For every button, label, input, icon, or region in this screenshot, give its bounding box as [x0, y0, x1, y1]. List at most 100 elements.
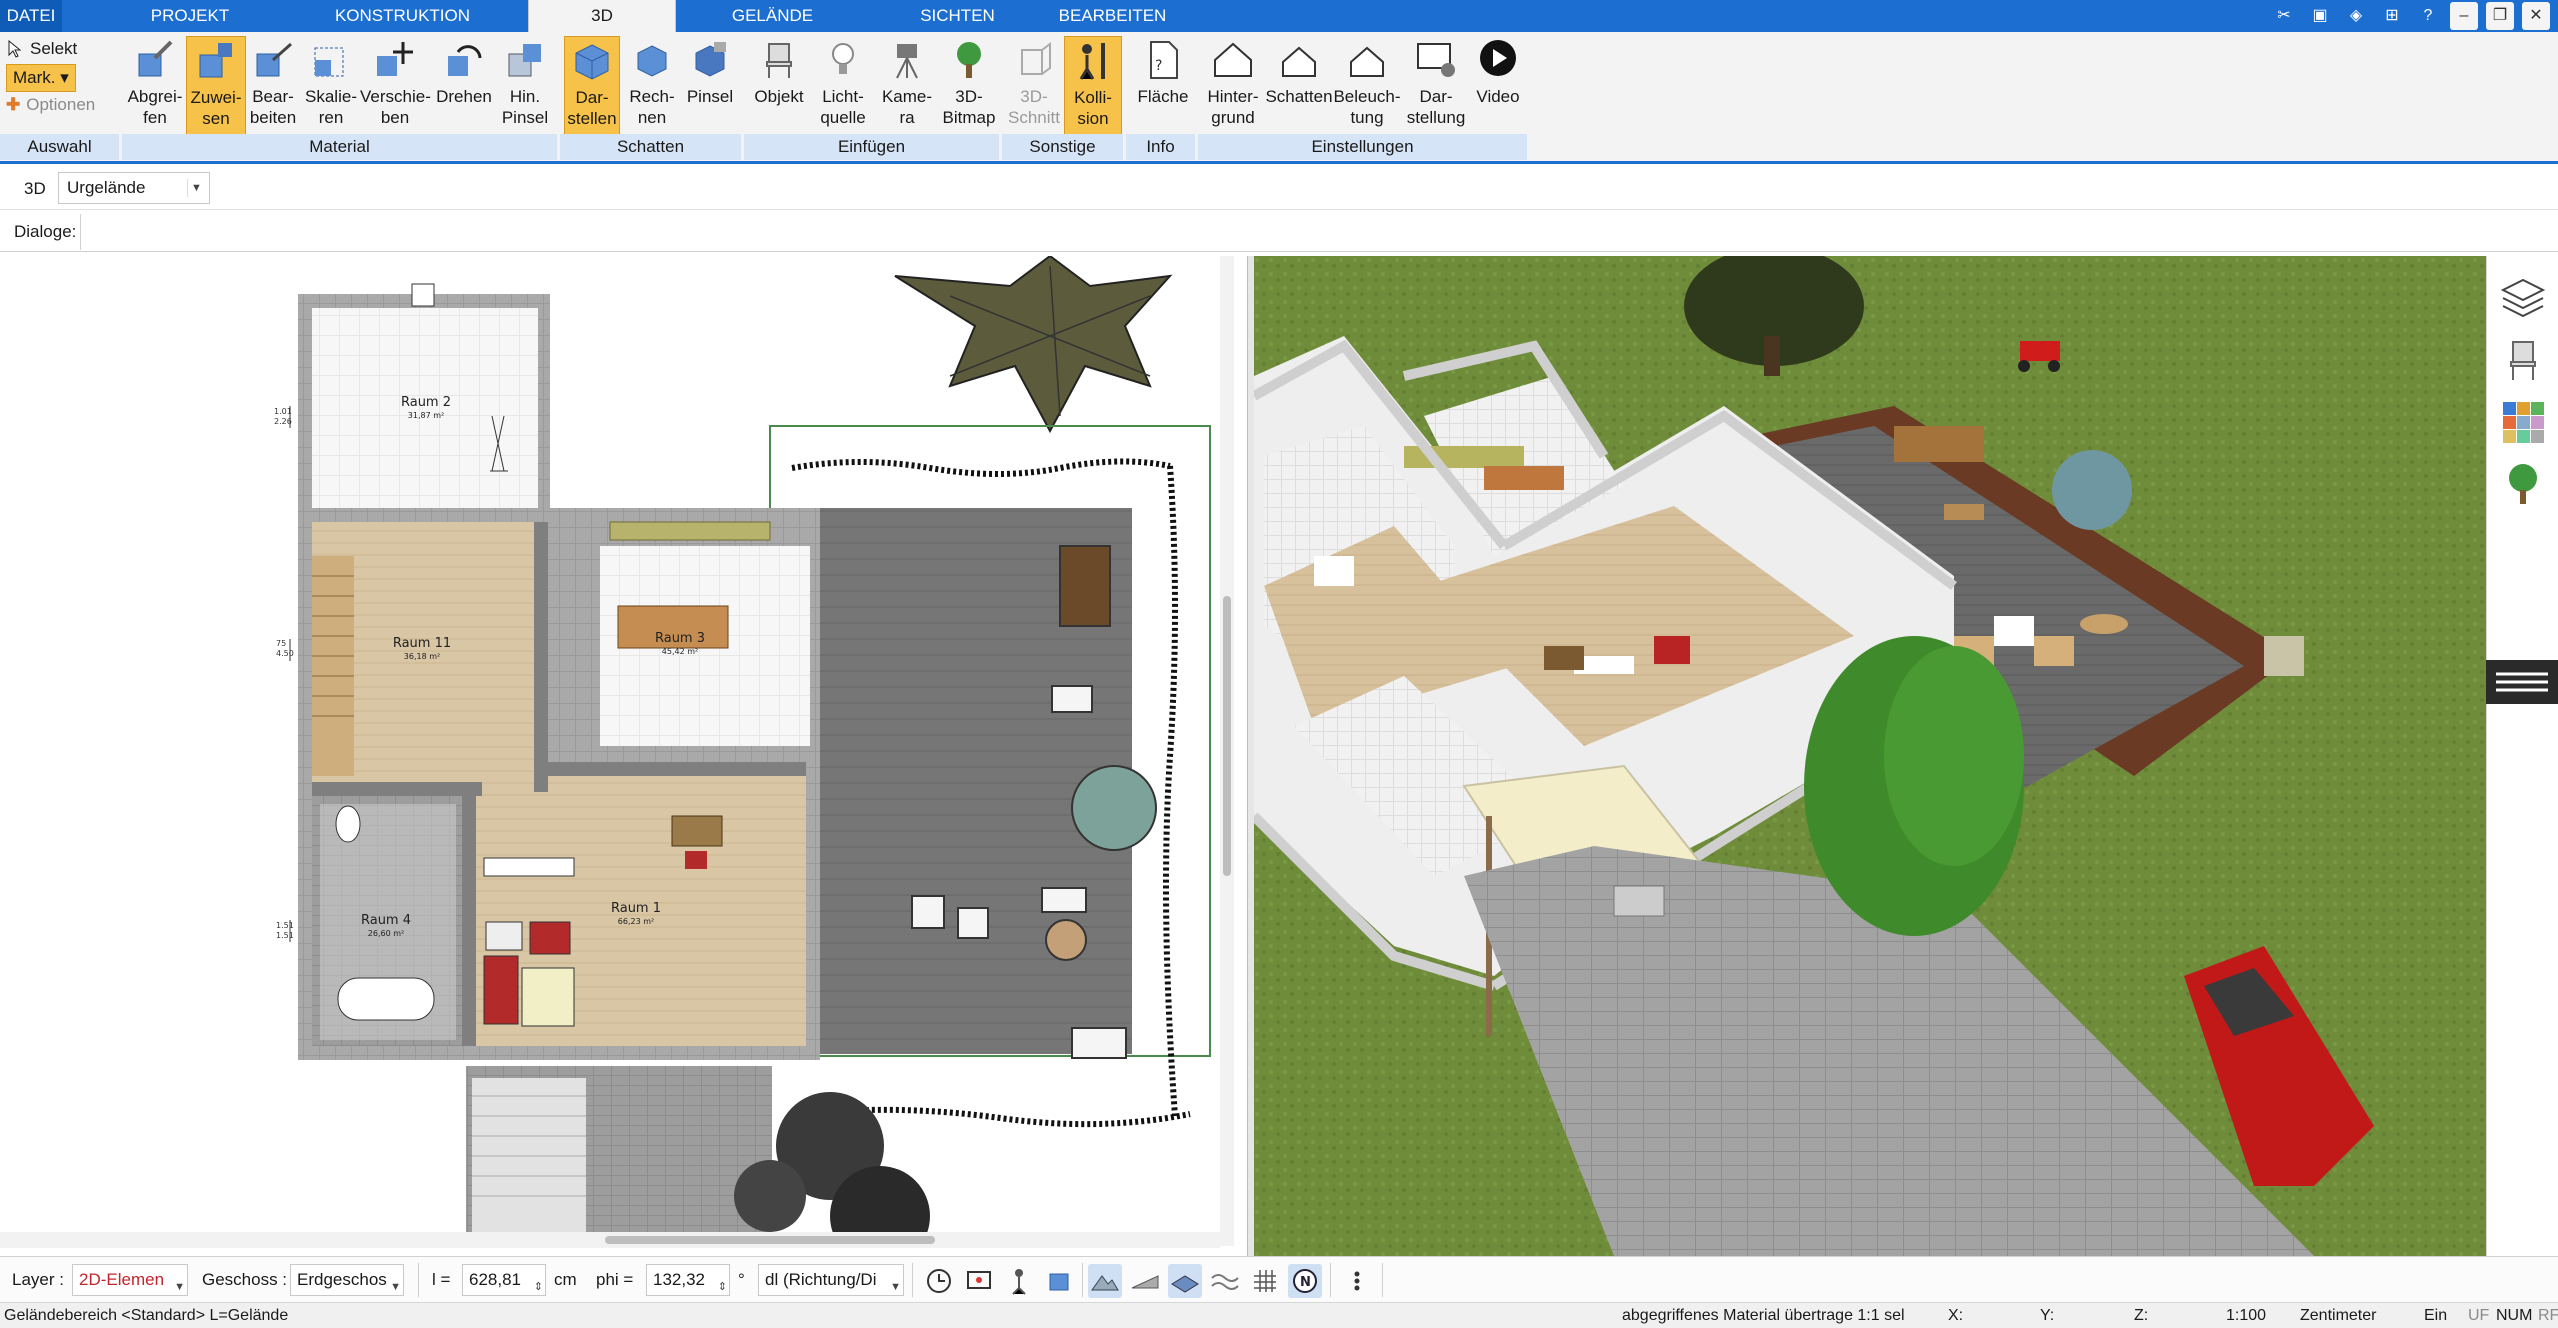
3d-scene	[1254, 256, 2486, 1256]
cart-icon[interactable]: ⊞	[2378, 2, 2406, 30]
edit-cube-icon	[256, 42, 292, 77]
panel-toggle[interactable]	[2486, 660, 2558, 704]
abgreifen-button[interactable]: Abgrei- fen	[124, 36, 186, 136]
scroll-thumb[interactable]	[605, 1236, 935, 1244]
status-area-info: Geländebereich <Standard> L=Gelände	[4, 1307, 289, 1324]
3d-bitmap-button[interactable]: 3D- Bitmap	[938, 36, 1000, 136]
selekt-label: Selekt	[30, 39, 78, 58]
ribbon: Selekt Mark. ▾ ✚ Optionen Auswahl Abgrei…	[0, 32, 2558, 164]
objekt-button[interactable]: Objekt	[748, 36, 810, 136]
status-rf: RF	[2538, 1307, 2558, 1324]
tab-3d[interactable]: 3D	[528, 0, 676, 32]
monitor-icon[interactable]	[962, 1264, 996, 1298]
kollision-button[interactable]: Kolli- sion	[1064, 36, 1122, 136]
restore-button[interactable]: ❐	[2486, 2, 2514, 30]
drehen-button[interactable]: Drehen	[432, 36, 496, 136]
package-icon[interactable]: ▣	[2306, 2, 2334, 30]
tab-gelaende[interactable]: GELÄNDE	[710, 0, 835, 32]
camera-tripod-icon	[896, 44, 918, 79]
tab-bearbeiten[interactable]: BEARBEITEN	[1050, 0, 1175, 32]
tab-projekt[interactable]: PROJEKT	[130, 0, 250, 32]
more-options-icon[interactable]	[1340, 1264, 1374, 1298]
minimize-button[interactable]: –	[2450, 2, 2478, 30]
video-button[interactable]: Video	[1470, 36, 1526, 136]
beleuchtung-button[interactable]: Beleuch- tung	[1332, 36, 1402, 136]
bearbeiten-button[interactable]: Bear- beiten	[246, 36, 300, 136]
layers-icon[interactable]	[2499, 274, 2547, 322]
mark-button[interactable]: Mark. ▾	[6, 64, 76, 92]
tab-datei[interactable]: DATEI	[0, 0, 62, 32]
stepper-icon[interactable]: ⇕	[718, 1272, 727, 1302]
chair-catalog-icon[interactable]	[2499, 336, 2547, 384]
play-icon	[1480, 40, 1516, 76]
hintergrund-button[interactable]: Hinter- grund	[1200, 36, 1266, 136]
kamera-button[interactable]: Kame- ra	[876, 36, 938, 136]
selekt-button[interactable]: Selekt	[6, 36, 77, 62]
hin-pinsel-button[interactable]: Hin. Pinsel	[498, 36, 552, 136]
group-schatten: Schatten	[560, 134, 742, 160]
phi-unit: °	[738, 1270, 745, 1289]
clock-icon[interactable]	[922, 1264, 956, 1298]
cube-icon[interactable]: ◈	[2342, 2, 2370, 30]
status-message: abgegriffenes Material übertrage 1:1 sel	[1622, 1307, 1905, 1324]
plan-horizontal-scrollbar[interactable]	[0, 1232, 1220, 1248]
section-cube-icon	[1021, 42, 1051, 75]
divider	[1382, 1263, 1383, 1297]
plane-icon[interactable]	[1168, 1264, 1202, 1298]
skalieren-button[interactable]: Skalie- ren	[302, 36, 360, 136]
terrain-select[interactable]: Urgelände ▼	[58, 172, 210, 204]
walk-icon[interactable]	[1002, 1264, 1036, 1298]
tab-konstruktion[interactable]: KONSTRUKTION	[320, 0, 485, 32]
tab-sichten[interactable]: SICHTEN	[900, 0, 1015, 32]
layer-select[interactable]: 2D-Elemen ▼	[72, 1264, 188, 1296]
flaeche-button[interactable]: ? Fläche	[1132, 36, 1194, 136]
light-bulb-icon	[832, 43, 854, 74]
scroll-thumb[interactable]	[1223, 596, 1231, 876]
slope-icon[interactable]	[1128, 1264, 1162, 1298]
room-area-raum11: 36,18 m²	[404, 652, 440, 661]
house-shadow-icon	[1282, 46, 1316, 77]
north-icon[interactable]: N	[1288, 1264, 1322, 1298]
help-icon[interactable]: ?	[2414, 2, 2442, 30]
close-button[interactable]: ✕	[2522, 2, 2550, 30]
room-area-raum1: 66,23 m²	[618, 917, 654, 926]
schatten-pinsel-button[interactable]: Pinsel	[682, 36, 738, 136]
dim-label: 1.01	[274, 407, 292, 416]
verschieben-button[interactable]: Verschie- ben	[360, 36, 431, 136]
zuweisen-button[interactable]: Zuwei- sen	[186, 36, 246, 136]
darstellen-button[interactable]: Dar- stellen	[564, 36, 620, 136]
plan-vertical-scrollbar[interactable]	[1220, 256, 1234, 1246]
willow-tree	[1804, 636, 2024, 936]
rechnen-button[interactable]: Rech- nen	[624, 36, 680, 136]
terrain-view-icon[interactable]	[1088, 1264, 1122, 1298]
schatten-button[interactable]: Schatten	[1264, 36, 1334, 136]
lichtquelle-button[interactable]: Licht- quelle	[812, 36, 874, 136]
plants-icon[interactable]	[2499, 460, 2547, 508]
dim-label: 4.50	[276, 649, 294, 658]
geschoss-select[interactable]: Erdgeschos ▼	[290, 1264, 404, 1296]
wave-icon[interactable]	[1208, 1264, 1242, 1298]
window-controls: ✂ ▣ ◈ ⊞ ? – ❐ ✕	[2270, 2, 2550, 30]
direction-select[interactable]: dl (Richtung/Di ▼	[758, 1264, 904, 1296]
chevron-down-icon: ▼	[187, 179, 205, 197]
tools-icon[interactable]: ✂	[2270, 2, 2298, 30]
grid-icon[interactable]	[1248, 1264, 1282, 1298]
3d-view[interactable]	[1254, 256, 2486, 1256]
darstellung-button[interactable]: Dar- stellung	[1404, 36, 1468, 136]
dialoge-row: Dialoge:	[0, 212, 2558, 252]
chair-icon	[766, 43, 792, 78]
length-unit: cm	[554, 1270, 577, 1289]
materials-icon[interactable]	[2499, 398, 2547, 446]
dim-label: 75	[276, 639, 286, 648]
length-input[interactable]: 628,81 ⇕	[462, 1264, 546, 1296]
optionen-button[interactable]: ✚ Optionen	[6, 92, 95, 118]
3d-schnitt-button[interactable]: 3D- Schnitt	[1004, 36, 1064, 136]
move-icon	[377, 42, 413, 76]
box-icon[interactable]	[1042, 1264, 1076, 1298]
phi-input[interactable]: 132,32 ⇕	[646, 1264, 730, 1296]
tree-icon	[957, 42, 981, 78]
stepper-icon[interactable]: ⇕	[534, 1272, 543, 1302]
status-ein: Ein	[2424, 1307, 2448, 1324]
floor-plan-view[interactable]: Raum 2 31,87 m² Raum 11 36,18 m² Raum 3 …	[0, 256, 1248, 1256]
cursor-icon	[8, 40, 22, 58]
